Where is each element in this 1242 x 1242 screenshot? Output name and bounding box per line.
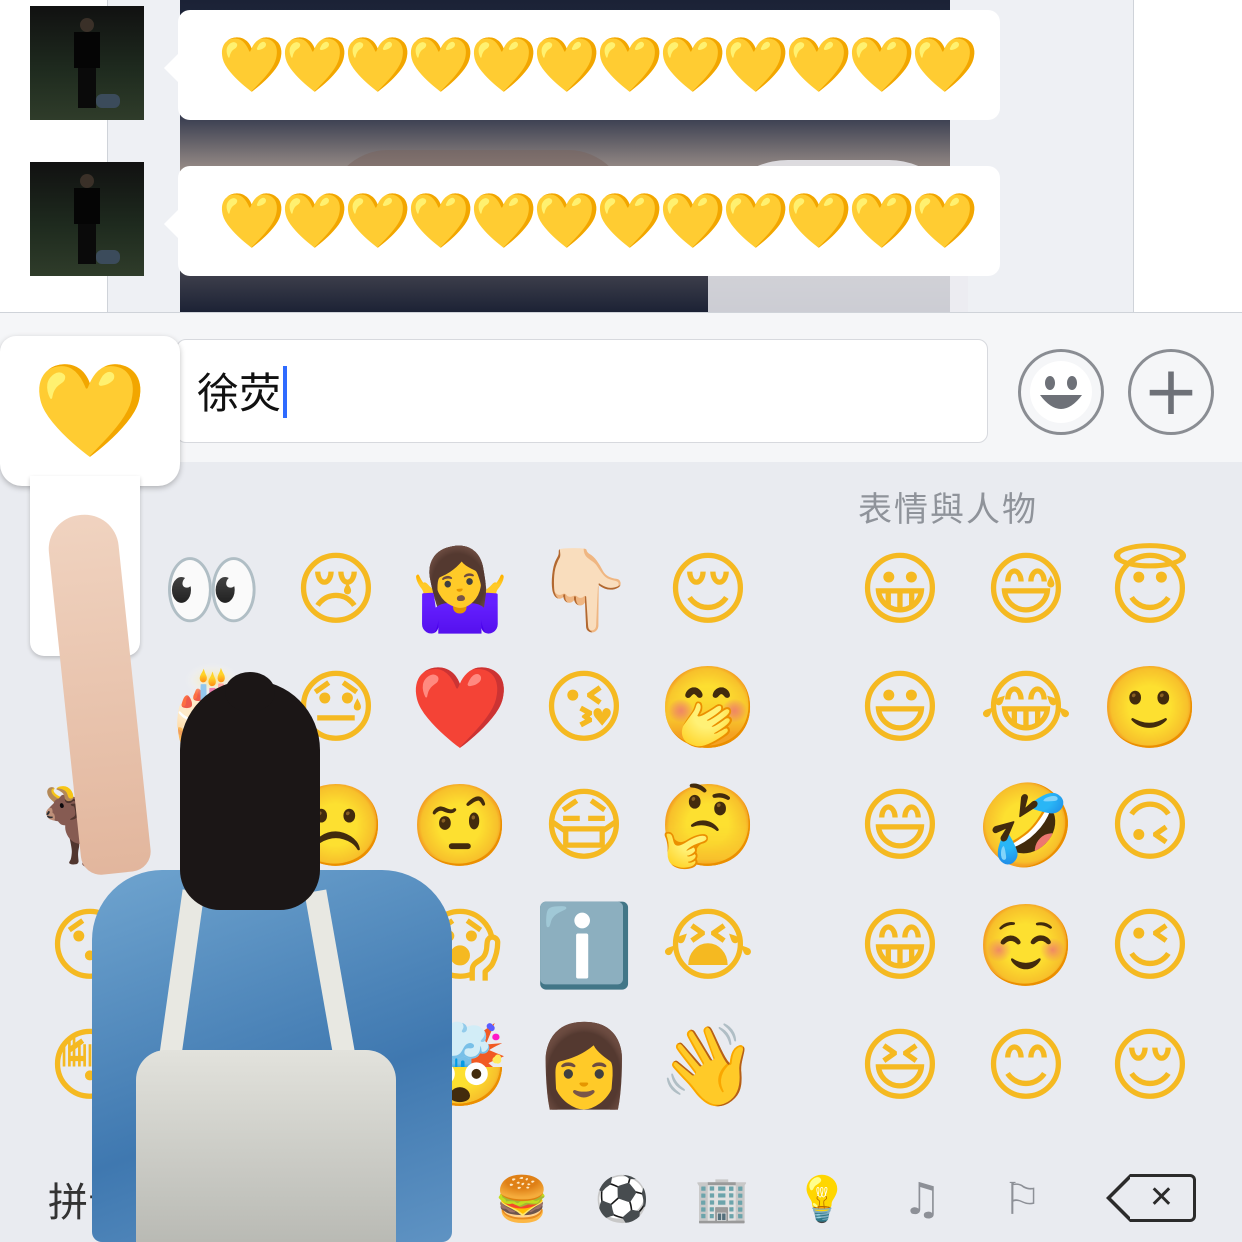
delete-key[interactable]: ✕ xyxy=(1106,1174,1196,1222)
heart-emoji: 💛 xyxy=(344,189,412,252)
heart-emoji: 💛 xyxy=(470,33,538,96)
symbols-icon[interactable]: ♫ xyxy=(894,1172,950,1228)
heart-emoji: 💛 xyxy=(596,33,664,96)
emoji-key[interactable]: 😄 xyxy=(850,776,950,876)
emoji-key[interactable]: 😊 xyxy=(976,1016,1076,1116)
travel-places-icon[interactable]: 🏢 xyxy=(694,1172,750,1228)
message-bubble[interactable]: 💛 💛 💛 💛 💛 💛 💛 💛 💛 💛 💛 💛 xyxy=(164,166,1000,276)
heart-emoji: 💛 xyxy=(911,33,979,96)
objects-bulb-icon[interactable]: 💡 xyxy=(794,1172,850,1228)
message-input[interactable]: 徐荧 xyxy=(176,339,988,443)
message-row: 💛 💛 💛 💛 💛 💛 💛 💛 💛 💛 💛 💛 xyxy=(0,156,1242,276)
heart-emoji: 💛 xyxy=(785,33,853,96)
emoji-key[interactable]: 🙃 xyxy=(1100,776,1200,876)
emoji-key[interactable]: 🙂 xyxy=(1100,658,1200,758)
heart-emoji: 💛 xyxy=(911,189,979,252)
heart-emoji: 💛 xyxy=(470,189,538,252)
avatar[interactable] xyxy=(30,6,144,120)
heart-emoji: 💛 xyxy=(281,189,349,252)
popup-emoji: 💛 xyxy=(0,336,180,486)
emoji-key[interactable]: 😇 xyxy=(1100,540,1200,640)
emoji-key[interactable]: 😌 xyxy=(658,540,758,640)
heart-emoji: 💛 xyxy=(533,189,601,252)
emoji-key[interactable]: 😭 xyxy=(658,896,758,996)
emoji-key[interactable]: 👩 xyxy=(534,1016,634,1116)
heart-emoji: 💛 xyxy=(281,33,349,96)
heart-emoji: 💛 xyxy=(218,189,286,252)
emoji-key[interactable]: 😆 xyxy=(850,1016,950,1116)
emoji-key[interactable]: 😷 xyxy=(534,776,634,876)
heart-emoji: 💛 xyxy=(659,189,727,252)
emoji-key[interactable]: 😀 xyxy=(850,540,950,640)
heart-emoji: 💛 xyxy=(596,189,664,252)
message-bubble[interactable]: 💛 💛 💛 💛 💛 💛 💛 💛 💛 💛 💛 💛 xyxy=(164,10,1000,120)
emoji-key[interactable]: 🤣 xyxy=(976,776,1076,876)
heart-emoji: 💛 xyxy=(722,33,790,96)
heart-emoji: 💛 xyxy=(848,33,916,96)
emoji-key[interactable]: 😌 xyxy=(1100,1016,1200,1116)
food-drink-icon[interactable]: 🍔 xyxy=(494,1172,550,1228)
emoji-key[interactable]: ℹ️ xyxy=(534,896,634,996)
heart-emoji: 💛 xyxy=(848,189,916,252)
avatar[interactable] xyxy=(30,162,144,276)
heart-emoji: 💛 xyxy=(785,189,853,252)
emoji-category-title: 表情與人物 xyxy=(858,490,1038,530)
emoji-key[interactable]: 😃 xyxy=(850,658,950,758)
heart-emoji: 💛 xyxy=(407,33,475,96)
heart-emoji: 💛 xyxy=(659,33,727,96)
delete-x-icon: ✕ xyxy=(1148,1180,1175,1215)
emoji-key[interactable]: 🤭 xyxy=(658,658,758,758)
smiley-face-icon xyxy=(1030,361,1092,423)
message-input-text: 徐荧 xyxy=(197,369,282,418)
emoji-key[interactable]: 👋 xyxy=(658,1016,758,1116)
emoji-key[interactable]: 👇🏻 xyxy=(534,540,634,640)
emoji-key[interactable]: 😂 xyxy=(976,658,1076,758)
text-caret xyxy=(283,366,288,418)
activity-ball-icon[interactable]: ⚽ xyxy=(594,1172,650,1228)
heart-emoji: 💛 xyxy=(218,33,286,96)
input-bar: 徐荧 + xyxy=(0,312,1242,462)
heart-emoji: 💛 xyxy=(533,33,601,96)
chat-area: 💛 💛 💛 💛 💛 💛 💛 💛 💛 💛 💛 💛 💛 💛 💛 💛 💛 💛 💛 💛 💛 💛 💛 💛 xyxy=(0,0,1242,312)
emoji-key[interactable]: 😅 xyxy=(976,540,1076,640)
plus-icon: + xyxy=(1142,352,1200,431)
add-button[interactable]: + xyxy=(1128,349,1214,435)
emoji-toggle-button[interactable] xyxy=(1018,349,1104,435)
heart-emoji: 💛 xyxy=(722,189,790,252)
message-row: 💛 💛 💛 💛 💛 💛 💛 💛 💛 💛 💛 💛 xyxy=(0,0,1242,120)
emoji-key[interactable]: 😁 xyxy=(850,896,950,996)
heart-emoji: 💛 xyxy=(407,189,475,252)
flags-icon[interactable]: ⚐ xyxy=(994,1172,1050,1228)
emoji-key[interactable]: 🤔 xyxy=(658,776,758,876)
emoji-key[interactable]: 😘 xyxy=(534,658,634,758)
person-photo-overlay xyxy=(40,510,460,1242)
emoji-key[interactable]: ☺️ xyxy=(976,896,1076,996)
emoji-key[interactable]: 😉 xyxy=(1100,896,1200,996)
heart-emoji: 💛 xyxy=(344,33,412,96)
